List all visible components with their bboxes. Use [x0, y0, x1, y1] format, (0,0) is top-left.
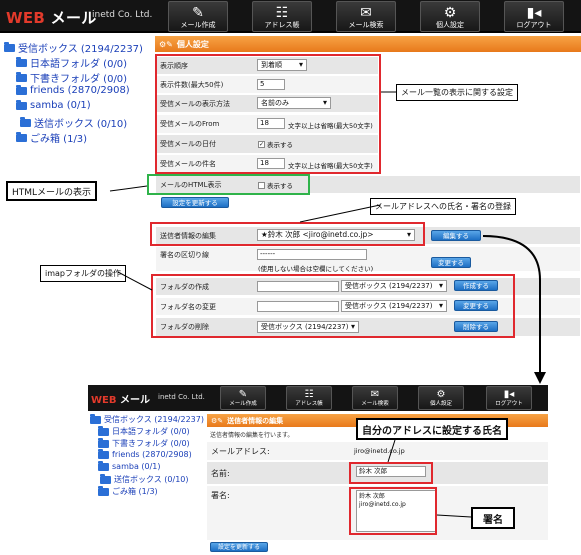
second-connector-lines	[387, 439, 472, 518]
